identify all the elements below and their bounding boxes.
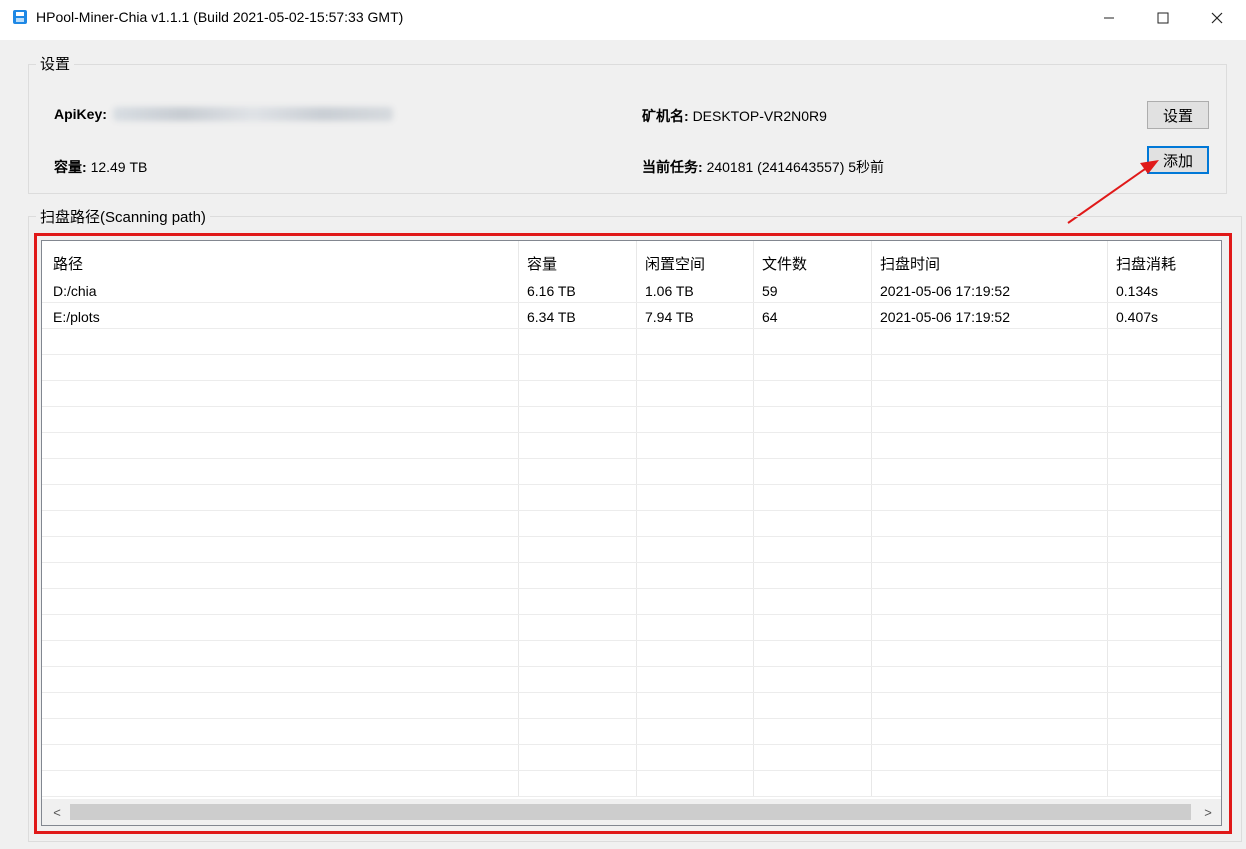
column-header-file-count[interactable]: 文件数 <box>762 253 807 274</box>
row-divider <box>42 744 1221 745</box>
row-1-scan-cost: 0.134s <box>1116 283 1159 299</box>
client-area: 设置 ApiKey: 容量: 12.49 TB 矿机名: DESKTOP-VR2… <box>0 40 1246 849</box>
column-divider <box>636 241 637 797</box>
column-divider <box>1107 241 1108 797</box>
close-icon <box>1211 12 1223 24</box>
row-1-path: D:/chia <box>53 283 97 299</box>
maximize-button[interactable] <box>1140 0 1186 36</box>
column-divider <box>871 241 872 797</box>
column-header-scan-cost[interactable]: 扫盘消耗 <box>1116 253 1176 274</box>
row-divider <box>42 458 1221 459</box>
horizontal-scrollbar[interactable]: < > <box>42 799 1221 825</box>
column-header-scan-time[interactable]: 扫盘时间 <box>880 253 940 274</box>
row-divider <box>42 692 1221 693</box>
row-2-file-count: 64 <box>762 309 778 325</box>
column-header-path[interactable]: 路径 <box>53 253 83 274</box>
title-bar: HPool-Miner-Chia v1.1.1 (Build 2021-05-0… <box>0 0 1246 40</box>
scroll-right-icon[interactable]: > <box>1200 804 1216 820</box>
close-button[interactable] <box>1194 0 1240 36</box>
column-divider <box>753 241 754 797</box>
app-icon <box>13 10 27 24</box>
row-2-free-space: 7.94 TB <box>645 309 694 325</box>
row-divider <box>42 406 1221 407</box>
row-divider <box>42 614 1221 615</box>
row-divider <box>42 640 1221 641</box>
row-divider <box>42 328 1221 329</box>
row-divider <box>42 432 1221 433</box>
row-2-path: E:/plots <box>53 309 100 325</box>
row-2-scan-time: 2021-05-06 17:19:52 <box>880 309 1010 325</box>
row-1-capacity: 6.16 TB <box>527 283 576 299</box>
scan-path-table[interactable]: 路径 容量 闲置空间 文件数 扫盘时间 扫盘消耗 D:/chia 6.16 TB… <box>41 240 1222 826</box>
window-title: HPool-Miner-Chia v1.1.1 (Build 2021-05-0… <box>36 9 404 25</box>
row-divider <box>42 588 1221 589</box>
row-divider <box>42 484 1221 485</box>
scroll-left-icon[interactable]: < <box>49 804 65 820</box>
row-1-file-count: 59 <box>762 283 778 299</box>
row-divider <box>42 354 1221 355</box>
row-divider <box>42 380 1221 381</box>
column-header-capacity[interactable]: 容量 <box>527 253 557 274</box>
minimize-icon <box>1104 17 1114 19</box>
row-divider <box>42 302 1221 303</box>
row-divider <box>42 562 1221 563</box>
minimize-button[interactable] <box>1086 0 1132 36</box>
row-1-scan-time: 2021-05-06 17:19:52 <box>880 283 1010 299</box>
scrollbar-thumb[interactable] <box>70 804 1191 820</box>
row-divider <box>42 718 1221 719</box>
row-divider <box>42 536 1221 537</box>
row-divider <box>42 770 1221 771</box>
row-2-capacity: 6.34 TB <box>527 309 576 325</box>
scan-legend: 扫盘路径(Scanning path) <box>36 206 210 227</box>
maximize-icon <box>1157 12 1169 24</box>
row-divider <box>42 796 1221 797</box>
column-divider <box>518 241 519 797</box>
row-divider <box>42 510 1221 511</box>
row-2-scan-cost: 0.407s <box>1116 309 1159 325</box>
column-header-free-space[interactable]: 闲置空间 <box>645 253 705 274</box>
row-1-free-space: 1.06 TB <box>645 283 694 299</box>
row-divider <box>42 666 1221 667</box>
